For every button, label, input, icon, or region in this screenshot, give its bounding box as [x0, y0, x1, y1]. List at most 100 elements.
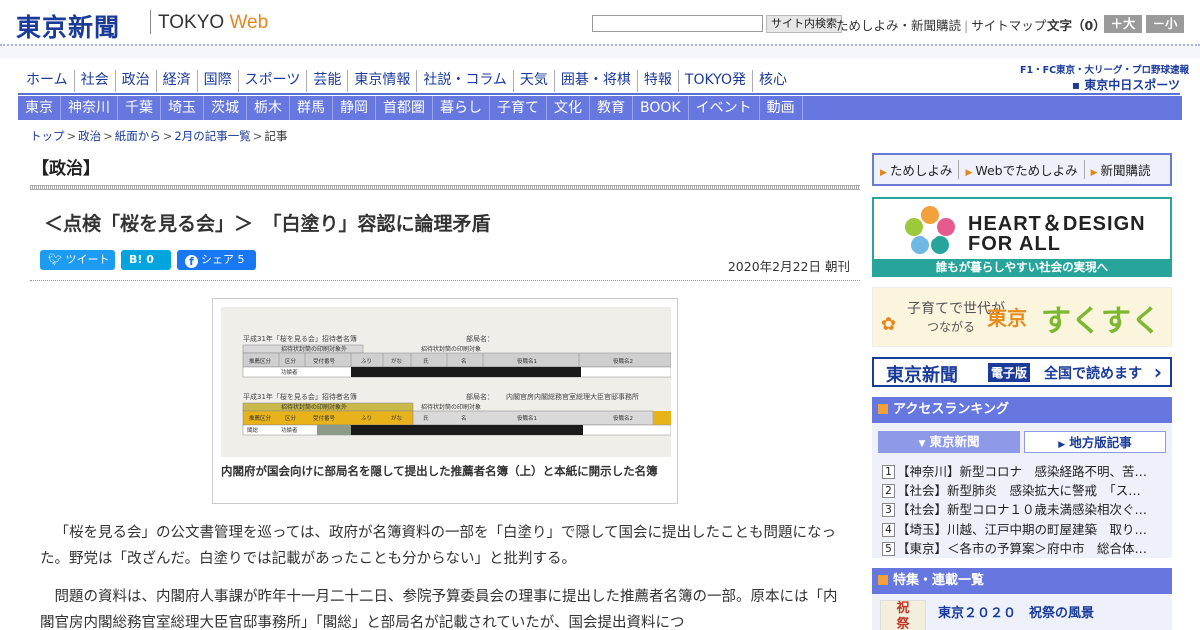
main-nav-item[interactable]: 特報 — [638, 70, 679, 92]
trial-link[interactable]: ▶ Webでためしよみ — [959, 160, 1085, 179]
fig-row-bottom-b: 功績者 — [281, 426, 298, 434]
fig-header-outside-bottom: 招待状封筒の印刷対象外 — [281, 403, 347, 411]
sub-nav-item[interactable]: 文化 — [547, 96, 590, 120]
sub-nav-item[interactable]: 暮らし — [433, 96, 490, 120]
logo-tokyo-text: TOKYO — [158, 12, 230, 33]
sukusuku-logo-text: すくすく — [1041, 304, 1161, 339]
feature-header: 特集・連載一覧 — [872, 568, 1172, 594]
trial-link[interactable]: ▶ ためしよみ — [874, 160, 960, 179]
sub-nav-item[interactable]: 東京 — [18, 96, 61, 120]
breadcrumb-separator: > — [162, 129, 173, 143]
sub-nav-item[interactable]: 子育て — [490, 96, 547, 120]
logo-web-text: Web — [229, 12, 269, 33]
heart-design-banner[interactable]: HEART＆DESIGN FOR ALL 誰もが暮らしやすい社会の実現へ — [872, 197, 1172, 277]
breadcrumb-link[interactable]: 紙面から — [115, 129, 161, 143]
trial-link-label: 新聞購読 — [1100, 163, 1151, 178]
sub-nav-item[interactable]: 首都圏 — [376, 96, 433, 120]
ranking-item[interactable]: 3 【社会】新型コロナ１０歳未満感染相次ぐ… — [882, 499, 1164, 518]
main-nav-item[interactable]: 核心 — [753, 70, 793, 92]
hdfa-line-1: HEART＆DESIGN — [968, 213, 1146, 235]
main-nav-item[interactable]: TOKYO発 — [679, 70, 753, 92]
sub-nav-item[interactable]: 静岡 — [333, 96, 376, 120]
fig-col-bottom-1: 区分 — [285, 414, 297, 422]
triangle-right-icon: ▶ — [1058, 440, 1066, 450]
ranking-tab-local[interactable]: ▶ 地方版記事 — [1024, 431, 1166, 453]
hdfa-line-2: FOR ALL — [968, 233, 1061, 255]
main-nav-item[interactable]: ホーム — [20, 70, 75, 92]
feature-thumbnail[interactable]: 祝祭 — [880, 600, 926, 630]
tokyo-sukusuku-banner[interactable]: ✿ 子育てで世代が つながる 東京 すくすく — [872, 287, 1172, 347]
header-divider — [0, 44, 1200, 58]
sub-nav-item[interactable]: 千葉 — [118, 96, 161, 120]
fig-col-bottom-4: がな — [391, 414, 403, 422]
search-input[interactable] — [592, 15, 763, 32]
article-figure: 平成31年「桜を見る会」招待者名簿 部局名： 招待状封筒の印刷対象外 招待状封筒… — [212, 298, 678, 504]
font-larger-button[interactable]: ＋大 — [1104, 15, 1142, 33]
sub-nav-item[interactable]: 茨城 — [204, 96, 247, 120]
search-button[interactable]: サイト内検索 — [766, 15, 842, 33]
digital-edition-banner[interactable]: 東京新聞 電子版 全国で読めます › — [872, 357, 1172, 387]
sub-nav-item[interactable]: 教育 — [590, 96, 633, 120]
figure-caption: 内閣府が国会向けに部局名を隠して提出した推薦者名簿（上）と本紙に開示した名簿 — [221, 464, 658, 478]
main-nav-item[interactable]: スポーツ — [239, 70, 308, 92]
main-nav-item[interactable]: 芸能 — [307, 70, 349, 92]
hatena-bookmark-button[interactable]: B! 0 — [121, 250, 171, 270]
nav-underline — [18, 93, 1180, 95]
ranking-tab-tokyo[interactable]: ▼ 東京新聞 — [878, 431, 1020, 453]
site-logo[interactable]: 東京新聞 — [16, 8, 120, 44]
breadcrumb-link[interactable]: 2月の記事一覧 — [174, 129, 250, 143]
main-nav-item[interactable]: 社会 — [75, 70, 116, 92]
sitemap-link[interactable]: サイトマップ — [971, 18, 1046, 33]
ranking-item[interactable]: 2 【社会】新型肺炎 感染拡大に警戒 「ス… — [882, 480, 1164, 499]
main-nav-item[interactable]: 国際 — [198, 70, 239, 92]
triangle-down-icon: ▼ — [918, 439, 926, 449]
ranking-item[interactable]: 1 【神奈川】新型コロナ 感染経路不明、苦… — [882, 461, 1164, 480]
fig-dept-label-top: 部局名： — [466, 334, 494, 343]
triangle-right-icon: ▶ — [880, 168, 887, 178]
breadcrumb-link[interactable]: トップ — [30, 129, 65, 143]
fig-col-bottom-6: 名 — [461, 414, 467, 422]
sub-nav-item[interactable]: 動画 — [760, 96, 803, 120]
main-nav-item[interactable]: 経済 — [157, 70, 198, 92]
ranking-text: 【東京】＜各市の予算案＞府中市 総合体… — [897, 540, 1148, 556]
ranking-text: 【埼玉】川越、江戸中期の町屋建築 取り… — [897, 521, 1148, 537]
main-nav-item[interactable]: 東京情報 — [348, 70, 418, 92]
fig-col-top-5: 氏 — [423, 357, 429, 365]
feature-body: 祝祭 東京２０２０ 祝祭の風景 — [872, 594, 1172, 630]
sub-nav-item[interactable]: 埼玉 — [161, 96, 204, 120]
sub-nav-item[interactable]: 栃木 — [247, 96, 290, 120]
top-links: ためしよみ・新聞購読 | サイトマップ — [836, 15, 1046, 34]
font-smaller-button[interactable]: －小 — [1146, 15, 1184, 33]
sub-nav-item[interactable]: 群馬 — [290, 96, 333, 120]
facebook-share-button[interactable]: f シェア 5 — [177, 250, 256, 270]
feature-item-link[interactable]: 東京２０２０ 祝祭の風景 — [938, 602, 1094, 621]
facebook-icon: f — [185, 255, 198, 268]
fig-col-top-4: がな — [391, 357, 403, 365]
trial-subscribe-link[interactable]: ためしよみ・新聞購読 — [836, 18, 961, 33]
chunichi-sports-banner[interactable]: F1・FC東京・大リーグ・プロ野球速報 ▪ 東京中日スポーツ — [1020, 62, 1189, 93]
trial-link[interactable]: ▶ 新聞購読 — [1085, 160, 1157, 179]
ranking-item[interactable]: 5 【東京】＜各市の予算案＞府中市 総合体… — [882, 538, 1164, 557]
font-size-label: 文字（0） — [1047, 18, 1106, 33]
ranking-item[interactable]: 4 【埼玉】川越、江戸中期の町屋建築 取り… — [882, 519, 1164, 538]
tokyo-web-logo[interactable]: TOKYO Web — [158, 12, 268, 34]
main-nav-item[interactable]: 社説・コラム — [417, 70, 514, 92]
fig-col-bottom-0: 推薦区分 — [249, 414, 272, 422]
main-nav-item[interactable]: 天気 — [514, 70, 555, 92]
sub-nav-item[interactable]: BOOK — [633, 96, 689, 120]
trial-subscribe-box: ▶ ためしよみ ▶ Webでためしよみ ▶ 新聞購読 — [872, 153, 1172, 186]
feature-thumb-b: 祭 — [896, 617, 910, 630]
breadcrumb-link[interactable]: 政治 — [78, 129, 101, 143]
sub-nav-item[interactable]: 神奈川 — [61, 96, 118, 120]
sub-nav-item[interactable]: イベント — [689, 96, 760, 120]
roster-document-drawing: 平成31年「桜を見る会」招待者名簿 部局名： 招待状封筒の印刷対象外 招待状封筒… — [221, 307, 671, 457]
tweet-button[interactable]: 🐦︎ ツイート — [40, 250, 115, 270]
heart-design-logo-icon — [905, 206, 955, 254]
main-nav-item[interactable]: 囲碁・将棋 — [555, 70, 638, 92]
fig-header-target-bottom: 招待状封筒の印刷対象 — [421, 403, 481, 411]
ranking-tab-tokyo-label: 東京新聞 — [929, 434, 980, 449]
main-nav-item[interactable]: 政治 — [116, 70, 157, 92]
roster-document-photo[interactable]: 平成31年「桜を見る会」招待者名簿 部局名： 招待状封筒の印刷対象外 招待状封筒… — [221, 307, 671, 457]
section-stripe — [30, 185, 860, 190]
site-header: 東京新聞 TOKYO Web サイト内検索 ためしよみ・新聞購読 | サイトマップ … — [0, 0, 1200, 46]
